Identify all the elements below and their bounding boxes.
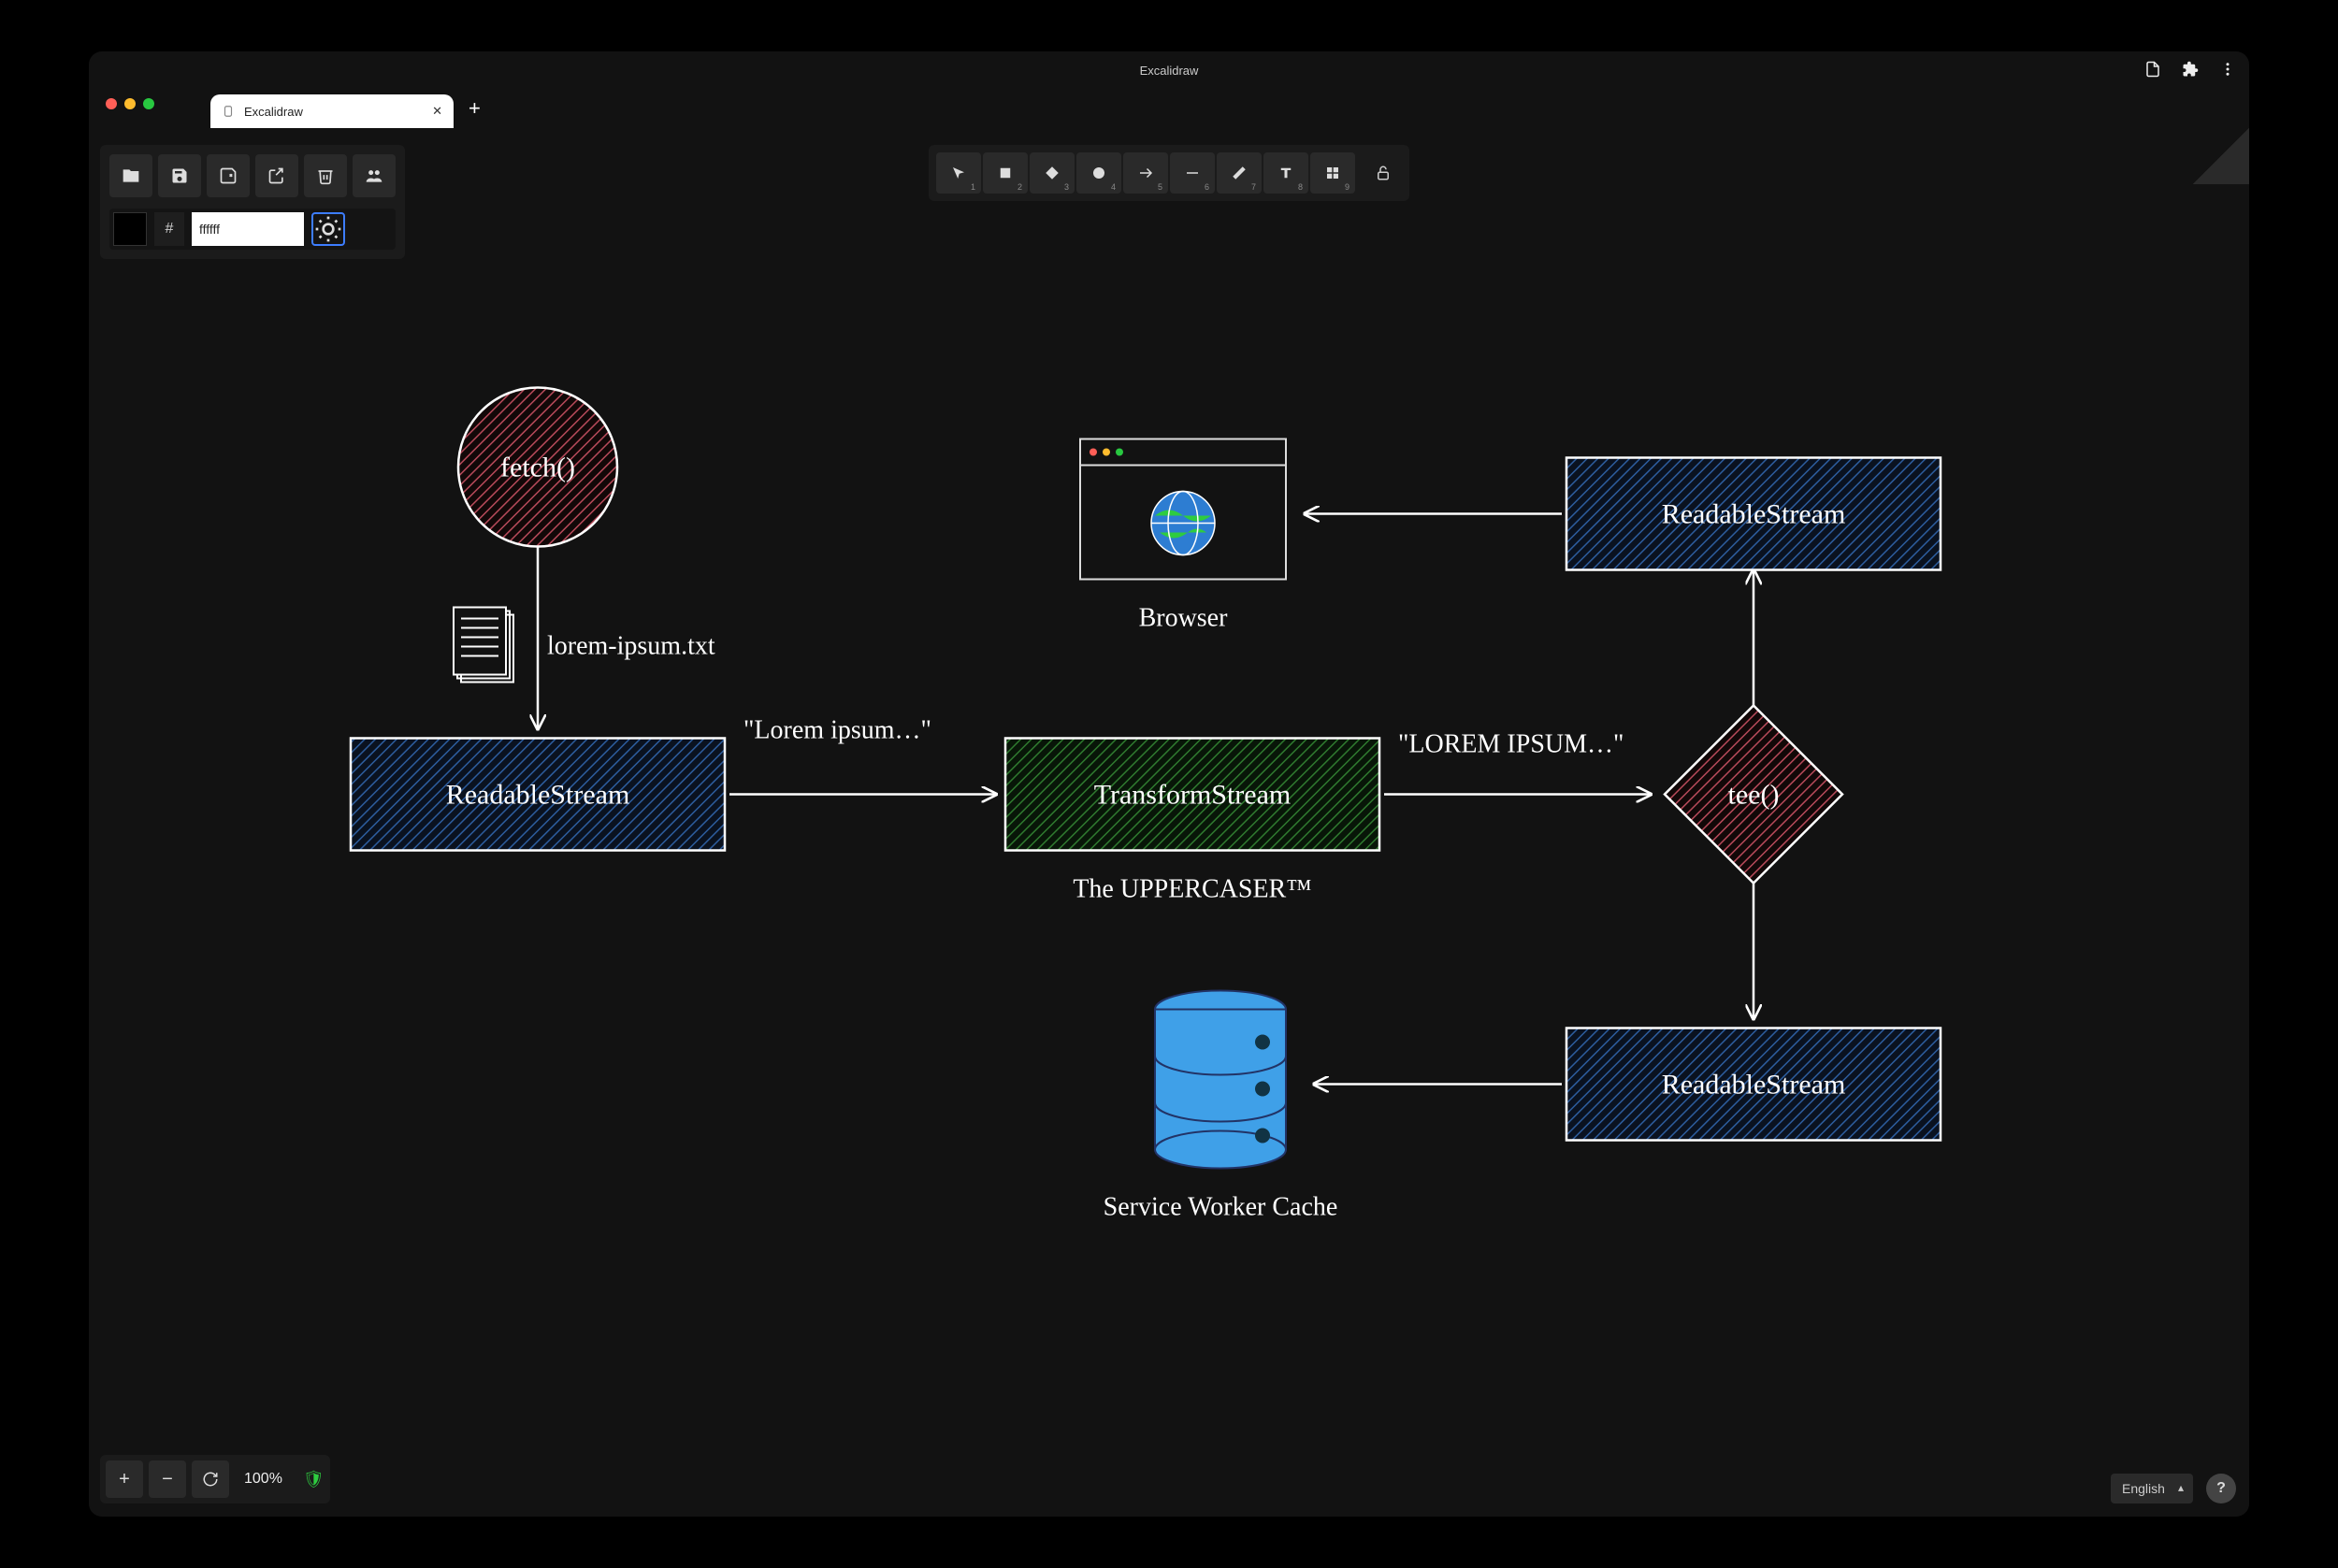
- edge-lorem-label: "Lorem ipsum…": [743, 716, 931, 745]
- zoom-bar: + − 100% 🛡: [100, 1455, 330, 1503]
- node-readable-left[interactable]: ReadableStream: [351, 739, 725, 851]
- new-tab-button[interactable]: +: [463, 93, 486, 124]
- more-icon[interactable]: [2219, 61, 2236, 80]
- node-readable-bottom[interactable]: ReadableStream: [1566, 1029, 1941, 1141]
- excalidraw-app: # 1 2 3 4 5 6 7 8 9: [89, 128, 2249, 1517]
- help-button[interactable]: ?: [2206, 1474, 2236, 1503]
- minimize-window[interactable]: [124, 98, 136, 109]
- canvas[interactable]: fetch() lorem-ipsum.txt: [89, 128, 2249, 1517]
- zoom-in-button[interactable]: +: [106, 1460, 143, 1498]
- node-tee-label: tee(): [1728, 780, 1780, 811]
- browser-tab[interactable]: Excalidraw ✕: [210, 94, 454, 128]
- browser-label: Browser: [1139, 604, 1229, 633]
- cache-icon[interactable]: [1155, 991, 1286, 1169]
- node-readable-bottom-label: ReadableStream: [1662, 1070, 1846, 1100]
- node-transform[interactable]: TransformStream: [1005, 739, 1379, 851]
- tab-strip: Excalidraw ✕ +: [89, 89, 2249, 128]
- title-bar: Excalidraw: [89, 51, 2249, 89]
- browser-icon[interactable]: [1080, 439, 1286, 580]
- node-tee[interactable]: tee(): [1665, 706, 1842, 884]
- tab-label: Excalidraw: [244, 105, 303, 119]
- node-fetch-label: fetch(): [500, 453, 575, 483]
- window-controls: [106, 98, 154, 109]
- app-window: Excalidraw Excalidraw ✕ +: [89, 51, 2249, 1517]
- footer-right: English ?: [2111, 1474, 2236, 1503]
- title-bar-actions: [2144, 61, 2236, 80]
- language-select[interactable]: English: [2111, 1474, 2193, 1503]
- cache-label: Service Worker Cache: [1104, 1193, 1338, 1222]
- node-readable-left-label: ReadableStream: [446, 780, 630, 811]
- maximize-window[interactable]: [143, 98, 154, 109]
- node-fetch[interactable]: fetch(): [458, 388, 617, 547]
- window-title: Excalidraw: [1140, 64, 1199, 78]
- zoom-percent: 100%: [235, 1471, 292, 1488]
- transform-subtitle: The UPPERCASER™: [1073, 875, 1311, 904]
- page-icon[interactable]: [2144, 61, 2161, 80]
- node-transform-label: TransformStream: [1094, 780, 1292, 811]
- extension-icon[interactable]: [2182, 61, 2199, 80]
- zoom-out-button[interactable]: −: [149, 1460, 186, 1498]
- node-readable-top-label: ReadableStream: [1662, 499, 1846, 530]
- file-icon[interactable]: [454, 608, 513, 683]
- encrypted-shield-icon[interactable]: 🛡: [303, 1470, 325, 1489]
- file-label: lorem-ipsum.txt: [547, 632, 715, 661]
- tab-favicon: [222, 105, 235, 118]
- zoom-reset-button[interactable]: [192, 1460, 229, 1498]
- node-readable-top[interactable]: ReadableStream: [1566, 458, 1941, 570]
- edge-upper-label: "LOREM IPSUM…": [1398, 730, 1624, 759]
- close-tab-icon[interactable]: ✕: [432, 104, 442, 119]
- close-window[interactable]: [106, 98, 117, 109]
